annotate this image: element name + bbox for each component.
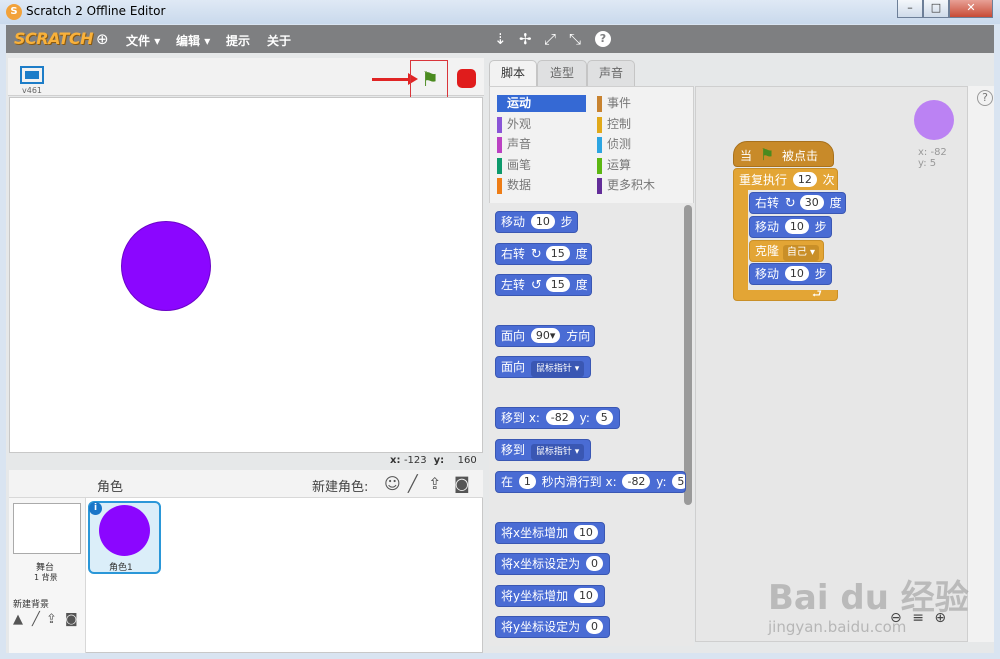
menu-tips[interactable]: 提示	[226, 32, 250, 49]
menu-file[interactable]: 文件 ▾	[126, 32, 160, 49]
scratch-cat-icon: S	[6, 4, 22, 20]
red-arrow-annotation	[372, 73, 418, 85]
category-data[interactable]: 数据	[497, 177, 587, 194]
new-sprite-label: 新建角色:	[312, 480, 369, 495]
globe-icon[interactable]: ⊕	[96, 30, 109, 48]
info-icon[interactable]: i	[89, 502, 102, 515]
palette-scrollbar[interactable]	[684, 205, 692, 505]
block-glide[interactable]: 在 1 秒内滑行到 x: -82 y: 5	[495, 471, 686, 493]
baidu-watermark-url: jingyan.baidu.com	[768, 618, 907, 636]
help-icon[interactable]: ?	[977, 90, 993, 106]
category-sensing[interactable]: 侦测	[597, 136, 687, 153]
minimize-button[interactable]: –	[897, 0, 923, 18]
turn-right-icon: ↻	[784, 196, 796, 211]
camera-icon[interactable]: ◙	[454, 474, 470, 493]
window-title: Scratch 2 Offline Editor	[26, 4, 166, 18]
new-backdrop-label: 新建背景	[13, 600, 50, 610]
backdrop-paint-icon[interactable]: ╱	[32, 612, 40, 627]
stop-button[interactable]	[457, 69, 476, 88]
block-set-y[interactable]: 将y坐标设定为 0	[495, 616, 610, 638]
category-looks[interactable]: 外观	[497, 116, 587, 133]
backdrop-count: 1 背景	[34, 573, 58, 582]
category-events[interactable]: 事件	[597, 95, 687, 112]
block-turn-right[interactable]: 右转 ↻ 15 度	[495, 243, 593, 265]
stage-thumbnail[interactable]	[13, 503, 81, 554]
category-operators[interactable]: 运算	[597, 157, 687, 174]
fullscreen-icon[interactable]	[20, 66, 44, 84]
block-point-towards[interactable]: 面向 鼠标指针 ▾	[495, 356, 592, 378]
script-move-steps-2[interactable]: 移动 10 步	[749, 263, 832, 285]
sprite-library-icon[interactable]: ☺	[384, 474, 401, 493]
backdrop-library-icon[interactable]: ▲	[13, 612, 23, 627]
block-point-direction[interactable]: 面向 90▾ 方向	[495, 325, 596, 347]
block-goto-xy[interactable]: 移到 x: -82 y: 5	[495, 407, 620, 429]
scratch-logo[interactable]: SCRATCH	[14, 29, 93, 48]
block-move-steps[interactable]: 移动 10 步	[495, 211, 578, 233]
category-more-blocks[interactable]: 更多积木	[597, 177, 687, 194]
sprite-position: x: -82 y: 5	[918, 147, 947, 169]
script-turn-right[interactable]: 右转 ↻ 30 度	[749, 192, 847, 214]
turn-left-icon: ↺	[530, 278, 542, 293]
sprite-name: 角色1	[109, 563, 133, 573]
menu-about[interactable]: 关于	[267, 32, 291, 49]
baidu-watermark: Bai du 经验	[768, 578, 969, 618]
category-control[interactable]: 控制	[597, 116, 687, 133]
cut-scissors-icon[interactable]: ✢	[519, 30, 532, 48]
block-change-x[interactable]: 将x坐标增加 10	[495, 522, 605, 544]
hat-when-flag-clicked[interactable]: 当 ⚑ 被点击	[733, 141, 834, 167]
upload-icon[interactable]: ⇪	[428, 474, 441, 493]
version-label: v461	[22, 86, 43, 95]
script-create-clone[interactable]: 克隆 自己 ▾	[749, 240, 824, 262]
right-gutter	[968, 86, 994, 642]
green-flag-icon: ⚑	[759, 145, 775, 164]
paint-brush-icon[interactable]: ╱	[408, 474, 418, 493]
sprite-thumbnail	[99, 505, 150, 556]
grow-icon[interactable]: ⤢	[544, 30, 556, 48]
block-change-y[interactable]: 将y坐标增加 10	[495, 585, 605, 607]
block-turn-left[interactable]: 左转 ↺ 15 度	[495, 274, 593, 296]
tab-scripts[interactable]: 脚本	[489, 60, 537, 87]
close-button[interactable]: ✕	[949, 0, 993, 18]
tab-sounds[interactable]: 声音	[587, 60, 635, 86]
sprites-title: 角色	[97, 480, 124, 495]
backdrop-camera-icon[interactable]: ◙	[65, 612, 78, 627]
maximize-button[interactable]: □	[923, 0, 949, 18]
menu-edit[interactable]: 编辑 ▾	[176, 32, 210, 49]
block-set-x[interactable]: 将x坐标设定为 0	[495, 553, 610, 575]
category-sound[interactable]: 声音	[497, 136, 587, 153]
category-pen[interactable]: 画笔	[497, 157, 587, 174]
block-goto[interactable]: 移到 鼠标指针 ▾	[495, 439, 592, 461]
stage-canvas[interactable]	[9, 97, 483, 453]
category-motion[interactable]: 运动	[497, 95, 586, 112]
tab-costumes[interactable]: 造型	[537, 60, 587, 86]
shrink-icon[interactable]: ⤡	[569, 30, 581, 48]
backdrop-upload-icon[interactable]: ⇪	[46, 612, 57, 627]
help-tool-icon[interactable]: ?	[595, 31, 611, 47]
current-sprite-preview	[914, 100, 954, 140]
turn-right-icon: ↻	[530, 247, 542, 262]
mouse-coordinates: x: -123 y: 160	[390, 455, 477, 466]
duplicate-stamp-icon[interactable]: ⇣	[494, 30, 507, 48]
sprite-purple-circle[interactable]	[121, 221, 211, 311]
green-flag-icon[interactable]: ⚑	[421, 67, 439, 91]
script-move-steps[interactable]: 移动 10 步	[749, 216, 832, 238]
